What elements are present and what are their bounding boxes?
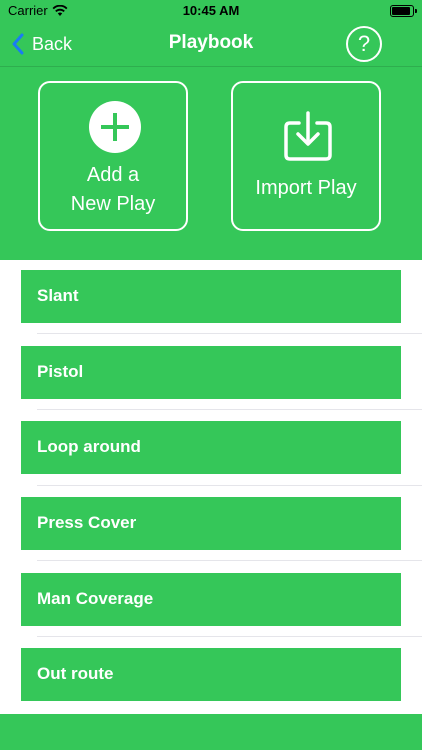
list-item-press-cover[interactable]: Press Cover xyxy=(21,497,401,550)
row-separator xyxy=(37,636,422,637)
row-separator xyxy=(37,409,422,410)
play-label: Man Coverage xyxy=(37,589,154,608)
add-new-play-label: Add a New Play xyxy=(70,164,156,215)
add-new-play-button[interactable]: Add a New Play xyxy=(38,81,188,231)
plus-circle-icon xyxy=(89,101,141,153)
battery-icon xyxy=(390,5,417,17)
play-label: Pistol xyxy=(37,362,84,381)
play-label: Slant xyxy=(37,286,79,305)
question-icon: ? xyxy=(357,31,371,56)
import-play-label: Import Play xyxy=(255,177,357,199)
status-time: 10:45 AM xyxy=(182,3,240,18)
play-list: Slant Pistol Loop around Press Cover Man… xyxy=(0,260,422,715)
import-play-button[interactable]: Import Play xyxy=(231,81,381,231)
play-label: Press Cover xyxy=(37,513,137,532)
row-separator xyxy=(37,333,422,334)
status-bar: Carrier 10:45 AM xyxy=(0,0,422,22)
list-item-loop-around[interactable]: Loop around xyxy=(21,421,401,474)
help-button[interactable]: ? xyxy=(346,26,382,62)
row-separator xyxy=(37,485,422,486)
play-label: Loop around xyxy=(37,437,141,456)
play-actions: Add a New Play Import Play xyxy=(0,67,422,260)
download-tray-icon xyxy=(284,111,332,161)
list-item-slant[interactable]: Slant xyxy=(21,270,401,323)
play-label: Out route xyxy=(37,664,114,683)
list-item-pistol[interactable]: Pistol xyxy=(21,346,401,399)
list-item-man-coverage[interactable]: Man Coverage xyxy=(21,573,401,626)
row-separator xyxy=(37,560,422,561)
navigation-bar: Back Playbook ? xyxy=(0,22,422,67)
list-item-out-route[interactable]: Out route xyxy=(21,648,401,701)
bottom-bar xyxy=(0,714,422,750)
